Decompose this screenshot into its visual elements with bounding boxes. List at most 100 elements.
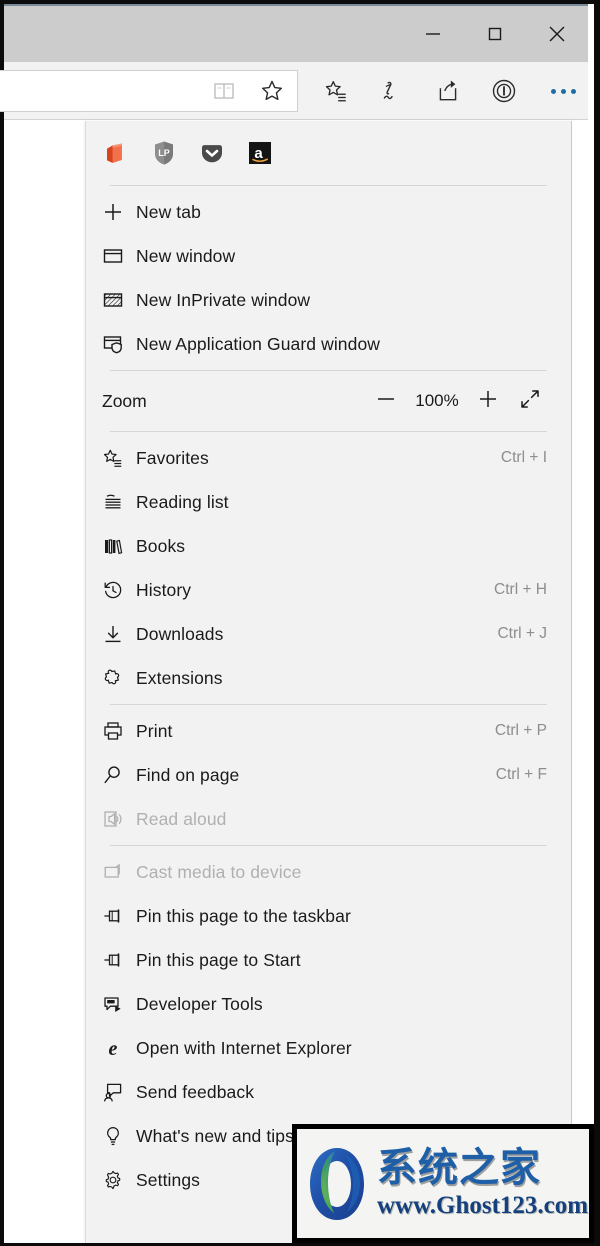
menu-item-extensions[interactable]: Extensions: [86, 656, 571, 700]
reading-list-icon: [102, 490, 136, 514]
zoom-in-button[interactable]: [469, 382, 507, 420]
zoom-label: Zoom: [102, 391, 367, 412]
favorite-star-icon: [259, 78, 285, 104]
downloads-icon: [102, 622, 136, 646]
find-icon: [102, 763, 136, 787]
close-button[interactable]: [526, 6, 588, 62]
reading-view-icon: [212, 79, 236, 103]
web-notes-pen-icon: [379, 78, 405, 104]
menu-item-label: New InPrivate window: [136, 290, 547, 311]
maximize-button[interactable]: [464, 6, 526, 62]
reading-progress-button[interactable]: [484, 71, 524, 111]
menu-item-label: New tab: [136, 202, 547, 223]
menu-item-read-aloud: Read aloud: [86, 797, 571, 841]
favorites-hub-button[interactable]: [316, 71, 356, 111]
books-icon: [102, 534, 136, 558]
menu-item-label: New window: [136, 246, 547, 267]
web-notes-button[interactable]: [372, 71, 412, 111]
menu-item-accelerator: Ctrl + I: [501, 449, 547, 467]
pocket-extension-icon[interactable]: [198, 139, 226, 167]
menu-item-label: Read aloud: [136, 809, 547, 830]
zoom-controls: 100%: [367, 382, 549, 420]
developer-tools-icon: [102, 992, 136, 1016]
menu-item-label: Downloads: [136, 624, 497, 645]
menu-item-favorites[interactable]: Favorites Ctrl + I: [86, 436, 571, 480]
watermark-title: 系统之家: [377, 1148, 588, 1188]
reading-view-button[interactable]: [207, 74, 241, 108]
settings-and-more-button[interactable]: [540, 68, 586, 114]
pin-icon: [102, 904, 136, 928]
menu-item-reading-list[interactable]: Reading list: [86, 480, 571, 524]
menu-item-label: Pin this page to Start: [136, 950, 547, 971]
settings-and-more-icon: [551, 89, 576, 94]
address-bar[interactable]: [0, 70, 298, 112]
favorites-icon: [102, 446, 136, 470]
settings-gear-icon: [102, 1168, 136, 1192]
settings-and-more-menu: LP a: [85, 121, 572, 1243]
share-button[interactable]: [428, 71, 468, 111]
zoom-row: Zoom 100%: [86, 375, 571, 427]
menu-item-books[interactable]: Books: [86, 524, 571, 568]
menu-item-downloads[interactable]: Downloads Ctrl + J: [86, 612, 571, 656]
favorites-hub-icon: [323, 78, 349, 104]
fullscreen-button[interactable]: [511, 382, 549, 420]
menu-item-pin-to-start[interactable]: Pin this page to Start: [86, 938, 571, 982]
menu-item-label: Send feedback: [136, 1082, 547, 1103]
watermark-text: 系统之家 www.Ghost123.com: [377, 1148, 588, 1220]
internet-explorer-icon: e: [102, 1036, 136, 1060]
menu-item-print[interactable]: Print Ctrl + P: [86, 709, 571, 753]
zoom-in-icon: [477, 388, 499, 415]
menu-item-open-with-internet-explorer[interactable]: e Open with Internet Explorer: [86, 1026, 571, 1070]
menu-item-history[interactable]: History Ctrl + H: [86, 568, 571, 612]
menu-item-label: New Application Guard window: [136, 334, 547, 355]
screenshot-root: LP a: [0, 0, 600, 1246]
menu-item-new-tab[interactable]: New tab: [86, 190, 571, 234]
ghost123-logo-icon: [305, 1145, 369, 1223]
window-controls: [402, 6, 588, 62]
menu-item-accelerator: Ctrl + J: [497, 625, 547, 643]
zoom-value: 100%: [409, 391, 465, 411]
watermark-url: www.Ghost123.com: [377, 1192, 588, 1220]
plus-icon: [102, 200, 136, 224]
read-aloud-icon: [102, 807, 136, 831]
add-favorite-button[interactable]: [255, 74, 289, 108]
menu-item-label: History: [136, 580, 494, 601]
svg-text:LP: LP: [158, 148, 170, 158]
menu-item-accelerator: Ctrl + P: [495, 722, 547, 740]
window-titlebar: [4, 4, 588, 62]
history-icon: [102, 578, 136, 602]
menu-item-label: Books: [136, 536, 547, 557]
amazon-extension-icon[interactable]: a: [246, 139, 274, 167]
menu-item-send-feedback[interactable]: Send feedback: [86, 1070, 571, 1114]
zoom-out-button[interactable]: [367, 382, 405, 420]
minimize-button[interactable]: [402, 6, 464, 62]
close-icon: [545, 22, 569, 46]
extensions-icon: [102, 666, 136, 690]
menu-item-label: Extensions: [136, 668, 547, 689]
menu-item-new-application-guard-window[interactable]: New Application Guard window: [86, 322, 571, 366]
menu-item-new-window[interactable]: New window: [86, 234, 571, 278]
menu-item-new-inprivate-window[interactable]: New InPrivate window: [86, 278, 571, 322]
extension-icons-row: LP a: [86, 121, 571, 181]
office-extension-icon[interactable]: [102, 139, 130, 167]
site-watermark: 系统之家 www.Ghost123.com: [292, 1124, 594, 1243]
menu-item-label: Reading list: [136, 492, 547, 513]
menu-item-developer-tools[interactable]: Developer Tools: [86, 982, 571, 1026]
menu-item-find-on-page[interactable]: Find on page Ctrl + F: [86, 753, 571, 797]
maximize-icon: [484, 23, 506, 45]
new-window-icon: [102, 244, 136, 268]
send-feedback-icon: [102, 1080, 136, 1104]
menu-item-label: Print: [136, 721, 495, 742]
application-guard-icon: [102, 332, 136, 356]
lastpass-extension-icon[interactable]: LP: [150, 139, 178, 167]
menu-item-pin-to-taskbar[interactable]: Pin this page to the taskbar: [86, 894, 571, 938]
browser-toolbar: [4, 62, 588, 120]
menu-item-accelerator: Ctrl + F: [496, 766, 547, 784]
menu-item-label: Developer Tools: [136, 994, 547, 1015]
inprivate-window-icon: [102, 288, 136, 312]
menu-item-label: Pin this page to the taskbar: [136, 906, 547, 927]
pin-icon: [102, 948, 136, 972]
menu-item-label: Cast media to device: [136, 862, 547, 883]
toolbar-right-icons: [316, 70, 586, 112]
menu-separator: [110, 845, 547, 846]
